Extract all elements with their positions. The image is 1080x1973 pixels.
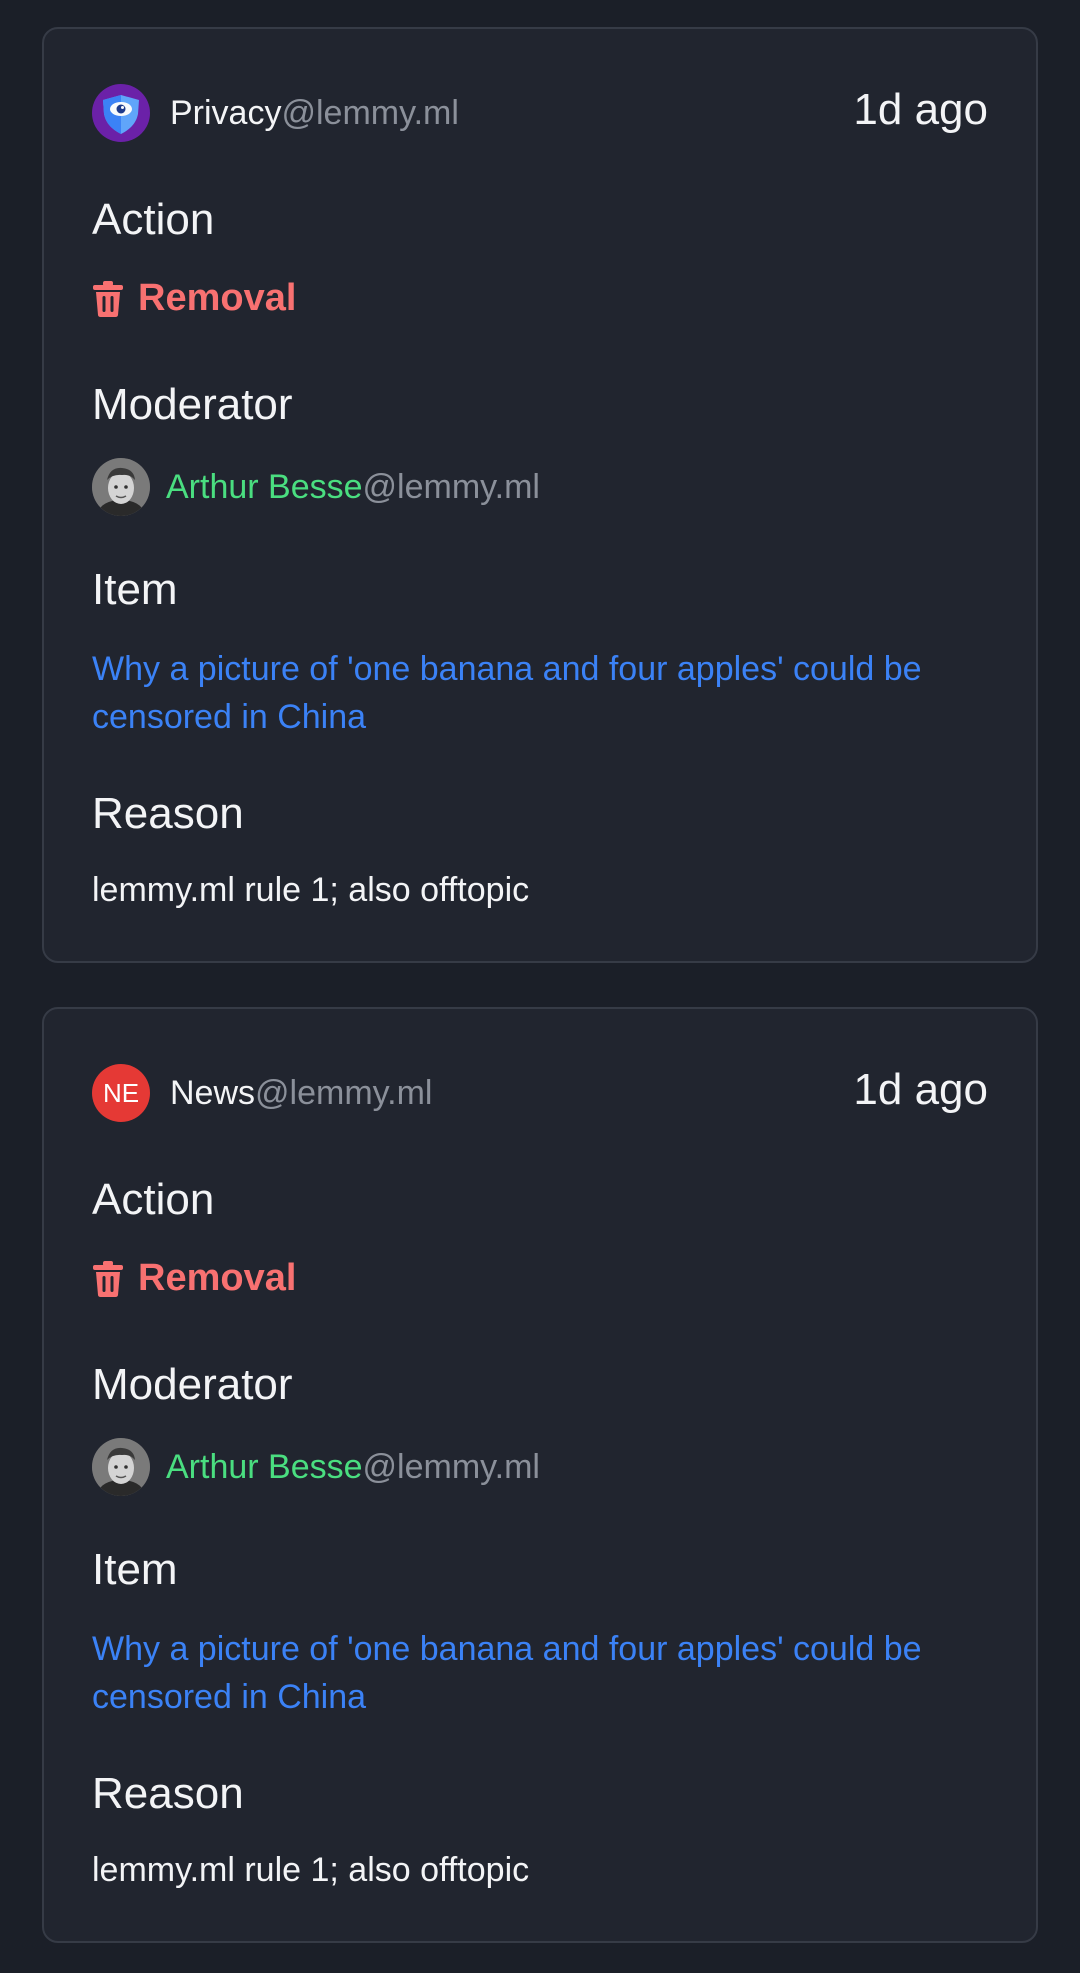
item-heading: Item xyxy=(92,1545,178,1594)
moderator-link[interactable]: Arthur Besse @lemmy.ml xyxy=(92,1437,540,1497)
community-domain: @lemmy.ml xyxy=(255,1073,433,1112)
community-initials-icon: NE xyxy=(92,1064,150,1122)
community-link[interactable]: Privacy @lemmy.ml xyxy=(92,83,459,143)
community-name: News xyxy=(170,1073,256,1112)
avatar xyxy=(92,458,150,516)
reason-text: lemmy.ml rule 1; also offtopic xyxy=(92,1851,530,1889)
reason-heading: Reason xyxy=(92,1769,244,1818)
timestamp: 1d ago xyxy=(853,1065,988,1114)
action-heading: Action xyxy=(92,1175,215,1224)
community-domain: @lemmy.ml xyxy=(281,93,459,132)
community-name: Privacy xyxy=(170,93,282,132)
trash-icon xyxy=(92,280,124,318)
reason-text: lemmy.ml rule 1; also offtopic xyxy=(92,871,530,909)
action-label: Removal xyxy=(138,277,297,319)
moderator-domain: @lemmy.ml xyxy=(362,467,540,506)
item-link[interactable]: Why a picture of 'one banana and four ap… xyxy=(92,1625,992,1721)
community-link[interactable]: NE News @lemmy.ml xyxy=(92,1063,432,1123)
reason-heading: Reason xyxy=(92,789,244,838)
moderator-domain: @lemmy.ml xyxy=(362,1447,540,1486)
moderator-name: Arthur Besse xyxy=(166,467,363,506)
moderator-heading: Moderator xyxy=(92,1360,293,1409)
trash-icon xyxy=(92,1260,124,1298)
timestamp: 1d ago xyxy=(853,85,988,134)
action-label: Removal xyxy=(138,1257,297,1299)
avatar xyxy=(92,1438,150,1496)
moderator-link[interactable]: Arthur Besse @lemmy.ml xyxy=(92,457,540,517)
action-type: Removal xyxy=(92,1257,296,1300)
action-type: Removal xyxy=(92,277,296,320)
moderator-name: Arthur Besse xyxy=(166,1447,363,1486)
modlog-entry-card: Privacy @lemmy.ml 1d ago Action Removal M… xyxy=(42,27,1038,963)
modlog-entry-card: NE News @lemmy.ml 1d ago Action Removal M… xyxy=(42,1007,1038,1943)
item-link[interactable]: Why a picture of 'one banana and four ap… xyxy=(92,645,992,741)
action-heading: Action xyxy=(92,195,215,244)
moderator-heading: Moderator xyxy=(92,380,293,429)
item-heading: Item xyxy=(92,565,178,614)
eye-shield-icon xyxy=(92,84,150,142)
